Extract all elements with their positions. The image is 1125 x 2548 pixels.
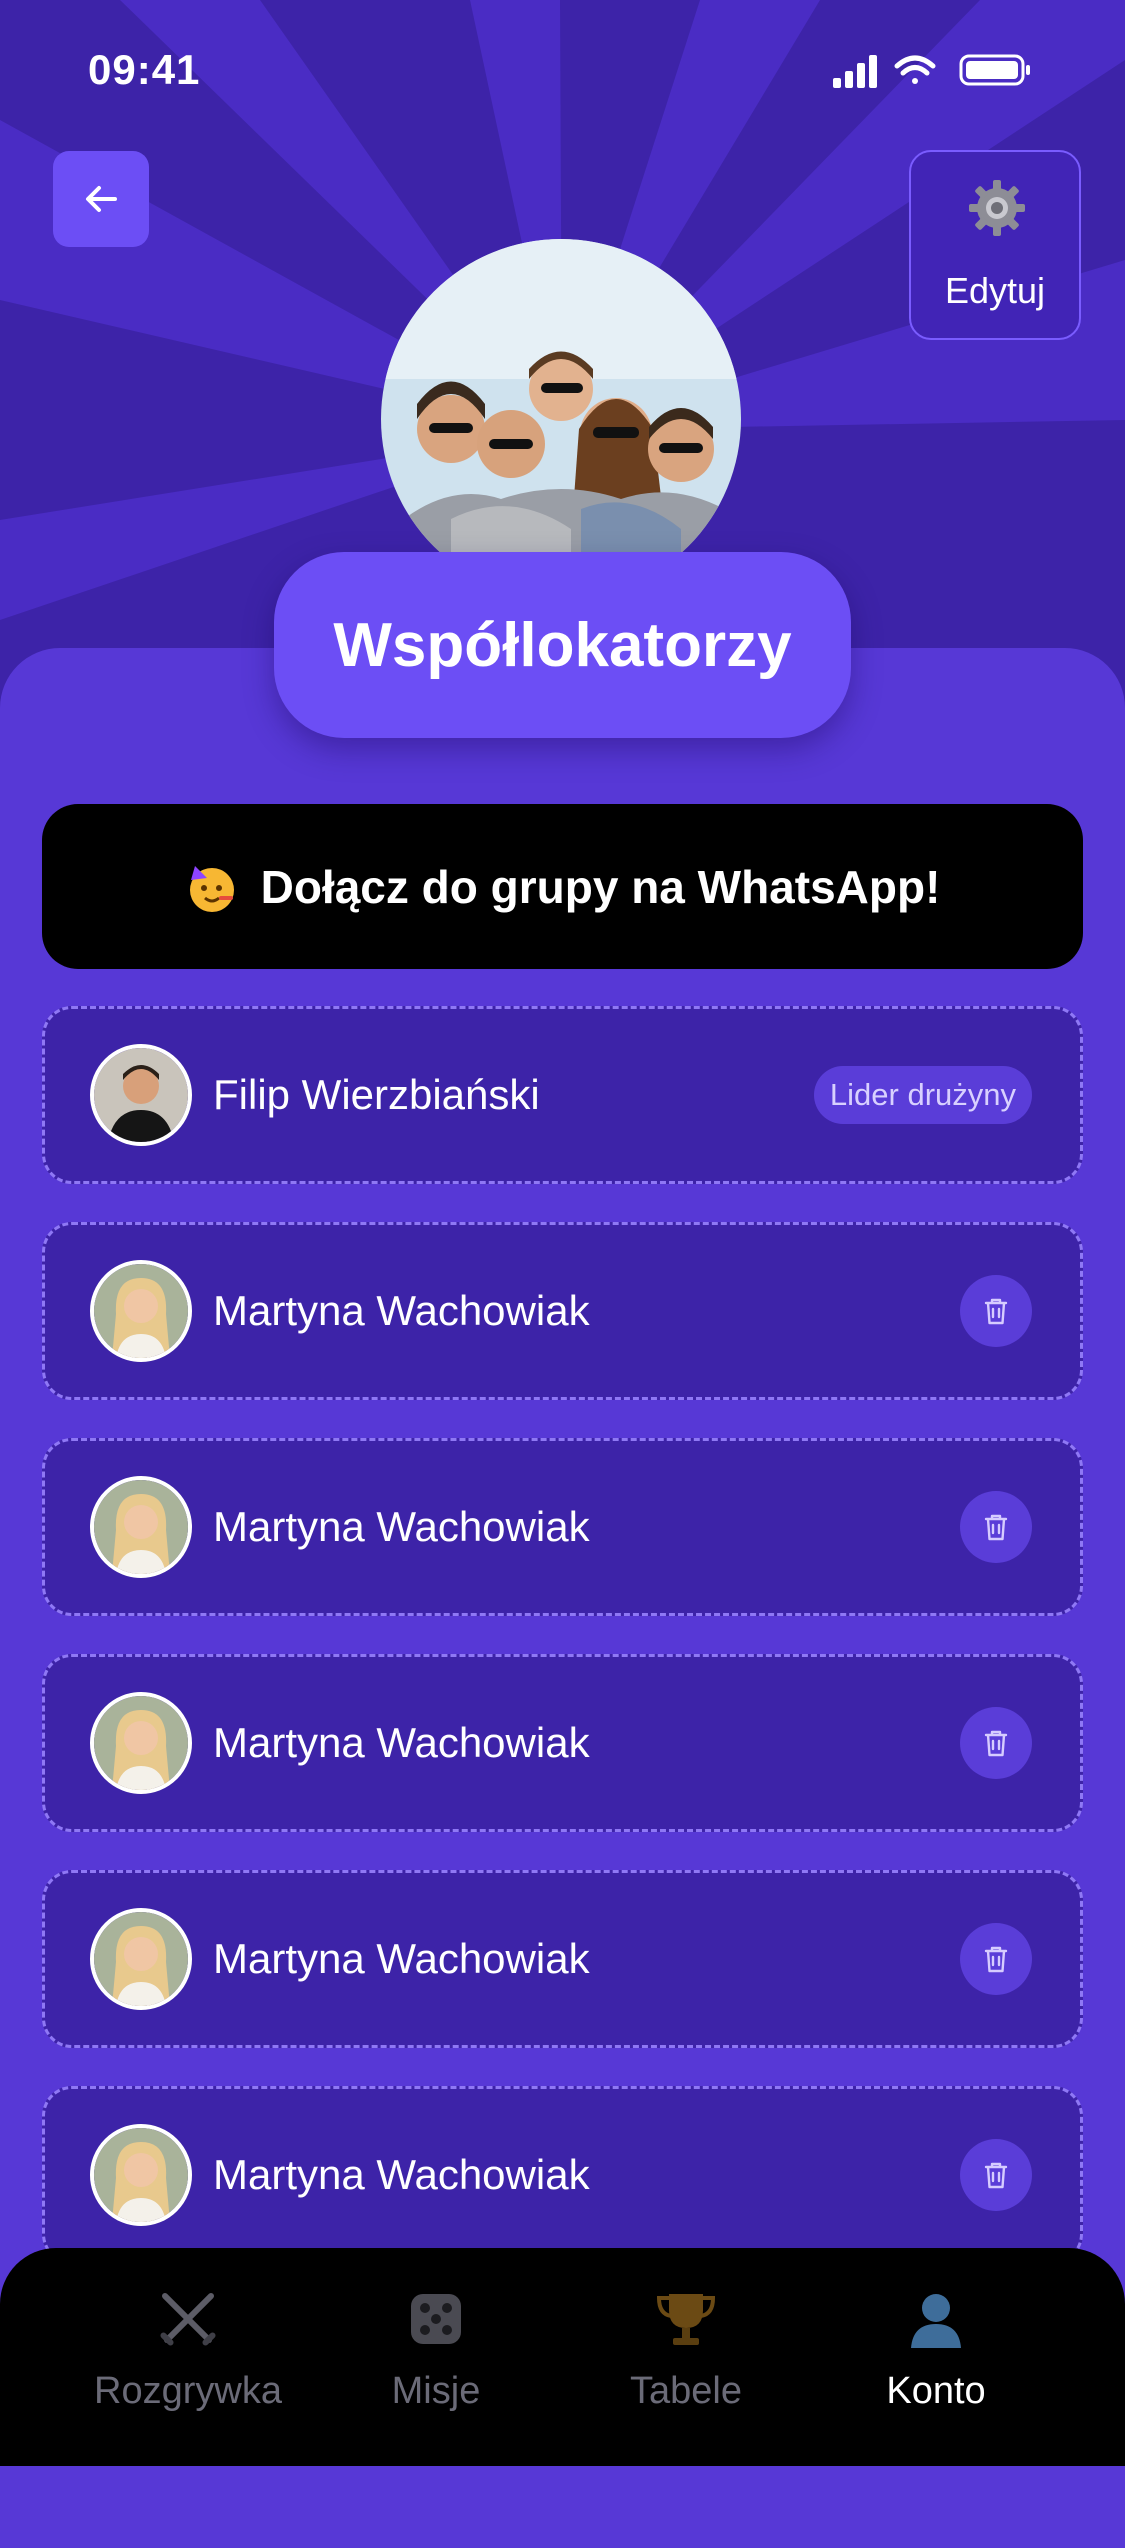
status-time: 09:41 — [88, 46, 201, 93]
member-row[interactable]: Martyna Wachowiak — [42, 1222, 1083, 1400]
tab-label: Rozgrywka — [94, 2370, 282, 2412]
gear-icon — [969, 180, 1025, 236]
leader-badge: Lider drużyny — [813, 1066, 1032, 1124]
signal-icon — [833, 55, 877, 88]
delete-member-button[interactable] — [960, 1491, 1032, 1563]
trash-icon — [984, 2162, 1008, 2189]
edit-button[interactable]: Edytuj — [909, 150, 1081, 340]
delete-member-button[interactable] — [960, 1275, 1032, 1347]
member-row[interactable]: Martyna Wachowiak — [42, 2086, 1083, 2264]
whatsapp-banner-text: Dołącz do grupy na WhatsApp! — [260, 860, 941, 913]
member-name: Martyna Wachowiak — [213, 1719, 590, 1766]
bottom-tab-bar: Rozgrywka Misje Tabele Konto — [0, 2248, 1125, 2466]
avatar — [90, 1908, 192, 2010]
trophy-icon — [656, 2294, 716, 2345]
arrow-left-icon — [86, 186, 117, 212]
edit-label: Edytuj — [944, 270, 1046, 311]
delete-member-button[interactable] — [960, 2139, 1032, 2211]
member-name: Martyna Wachowiak — [213, 2151, 590, 2198]
trash-icon — [984, 1298, 1008, 1325]
tab-misje[interactable]: Misje — [316, 2284, 556, 2434]
tab-label: Tabele — [630, 2370, 742, 2412]
whatsapp-join-button[interactable]: Dołącz do grupy na WhatsApp! — [42, 804, 1083, 969]
avatar — [90, 1044, 192, 1146]
tab-rozgrywka[interactable]: Rozgrywka — [68, 2284, 308, 2434]
avatar — [90, 2124, 192, 2226]
member-name: Filip Wierzbiański — [213, 1071, 540, 1118]
member-row[interactable]: Filip Wierzbiański Lider drużyny — [42, 1006, 1083, 1184]
tab-label: Konto — [886, 2370, 986, 2412]
member-name: Martyna Wachowiak — [213, 1935, 590, 1982]
delete-member-button[interactable] — [960, 1923, 1032, 1995]
wifi-icon — [894, 55, 936, 84]
trash-icon — [984, 1514, 1008, 1541]
member-row[interactable]: Martyna Wachowiak — [42, 1438, 1083, 1616]
member-row[interactable]: Martyna Wachowiak — [42, 1654, 1083, 1832]
crossed-swords-icon — [160, 2293, 216, 2346]
avatar — [90, 1476, 192, 1578]
battery-icon — [959, 54, 1030, 86]
avatar — [90, 1260, 192, 1362]
dice-icon — [411, 2294, 461, 2344]
delete-member-button[interactable] — [960, 1707, 1032, 1779]
party-face-icon — [189, 865, 234, 912]
tab-konto[interactable]: Konto — [816, 2284, 1056, 2434]
tab-tabele[interactable]: Tabele — [566, 2284, 806, 2434]
tab-label: Misje — [391, 2370, 481, 2412]
user-icon — [911, 2294, 961, 2348]
status-icons — [833, 54, 1030, 88]
trash-icon — [984, 1946, 1008, 1973]
group-title: Współlokatorzy — [274, 552, 851, 738]
member-name: Martyna Wachowiak — [213, 1287, 590, 1334]
member-name: Martyna Wachowiak — [213, 1503, 590, 1550]
group-photo — [381, 239, 741, 599]
trash-icon — [984, 1730, 1008, 1757]
back-button[interactable] — [53, 151, 149, 247]
avatar — [90, 1692, 192, 1794]
status-bar: 09:41 — [0, 0, 1125, 140]
member-row[interactable]: Martyna Wachowiak — [42, 1870, 1083, 2048]
